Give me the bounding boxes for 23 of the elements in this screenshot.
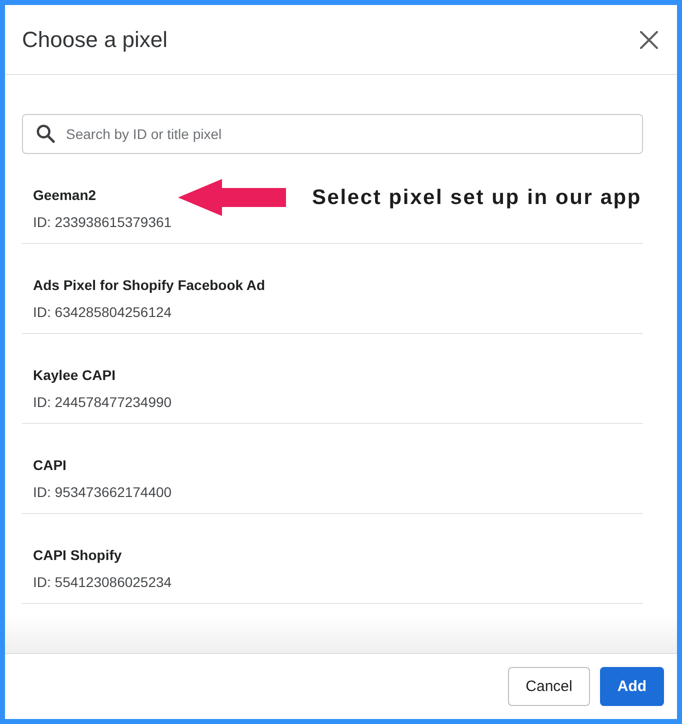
search-field[interactable]: Search by ID or title pixel [22, 114, 643, 154]
close-icon [640, 30, 658, 48]
pixel-id: ID: 244578477234990 [33, 393, 172, 411]
close-button[interactable] [639, 30, 659, 50]
pixel-id: ID: 634285804256124 [33, 303, 172, 321]
cancel-button[interactable]: Cancel [508, 667, 590, 706]
pixel-name: CAPI Shopify [33, 546, 122, 564]
dialog-title: Choose a pixel [22, 26, 168, 52]
annotation-text: Select pixel set up in our app [312, 186, 642, 210]
add-button[interactable]: Add [600, 667, 664, 706]
pixel-list-item[interactable]: Ads Pixel for Shopify Facebook Ad ID: 634285804256124 [22, 244, 643, 334]
pixel-id: ID: 233938615379361 [33, 213, 172, 231]
arrow-icon [178, 179, 286, 216]
pixel-list-item[interactable]: CAPI ID: 953473662174400 [22, 424, 643, 514]
pixel-name: CAPI [33, 456, 66, 474]
pixel-name: Geeman2 [33, 186, 96, 204]
pixel-id: ID: 953473662174400 [33, 483, 172, 501]
search-icon [36, 124, 55, 143]
pixel-name: Ads Pixel for Shopify Facebook Ad [33, 276, 266, 294]
pixel-id: ID: 554123086025234 [33, 573, 172, 591]
pixel-list-item[interactable]: Kaylee CAPI ID: 244578477234990 [22, 334, 643, 424]
pixel-name: Kaylee CAPI [33, 366, 116, 384]
pixel-list-item[interactable]: CAPI Shopify ID: 554123086025234 [22, 514, 643, 604]
